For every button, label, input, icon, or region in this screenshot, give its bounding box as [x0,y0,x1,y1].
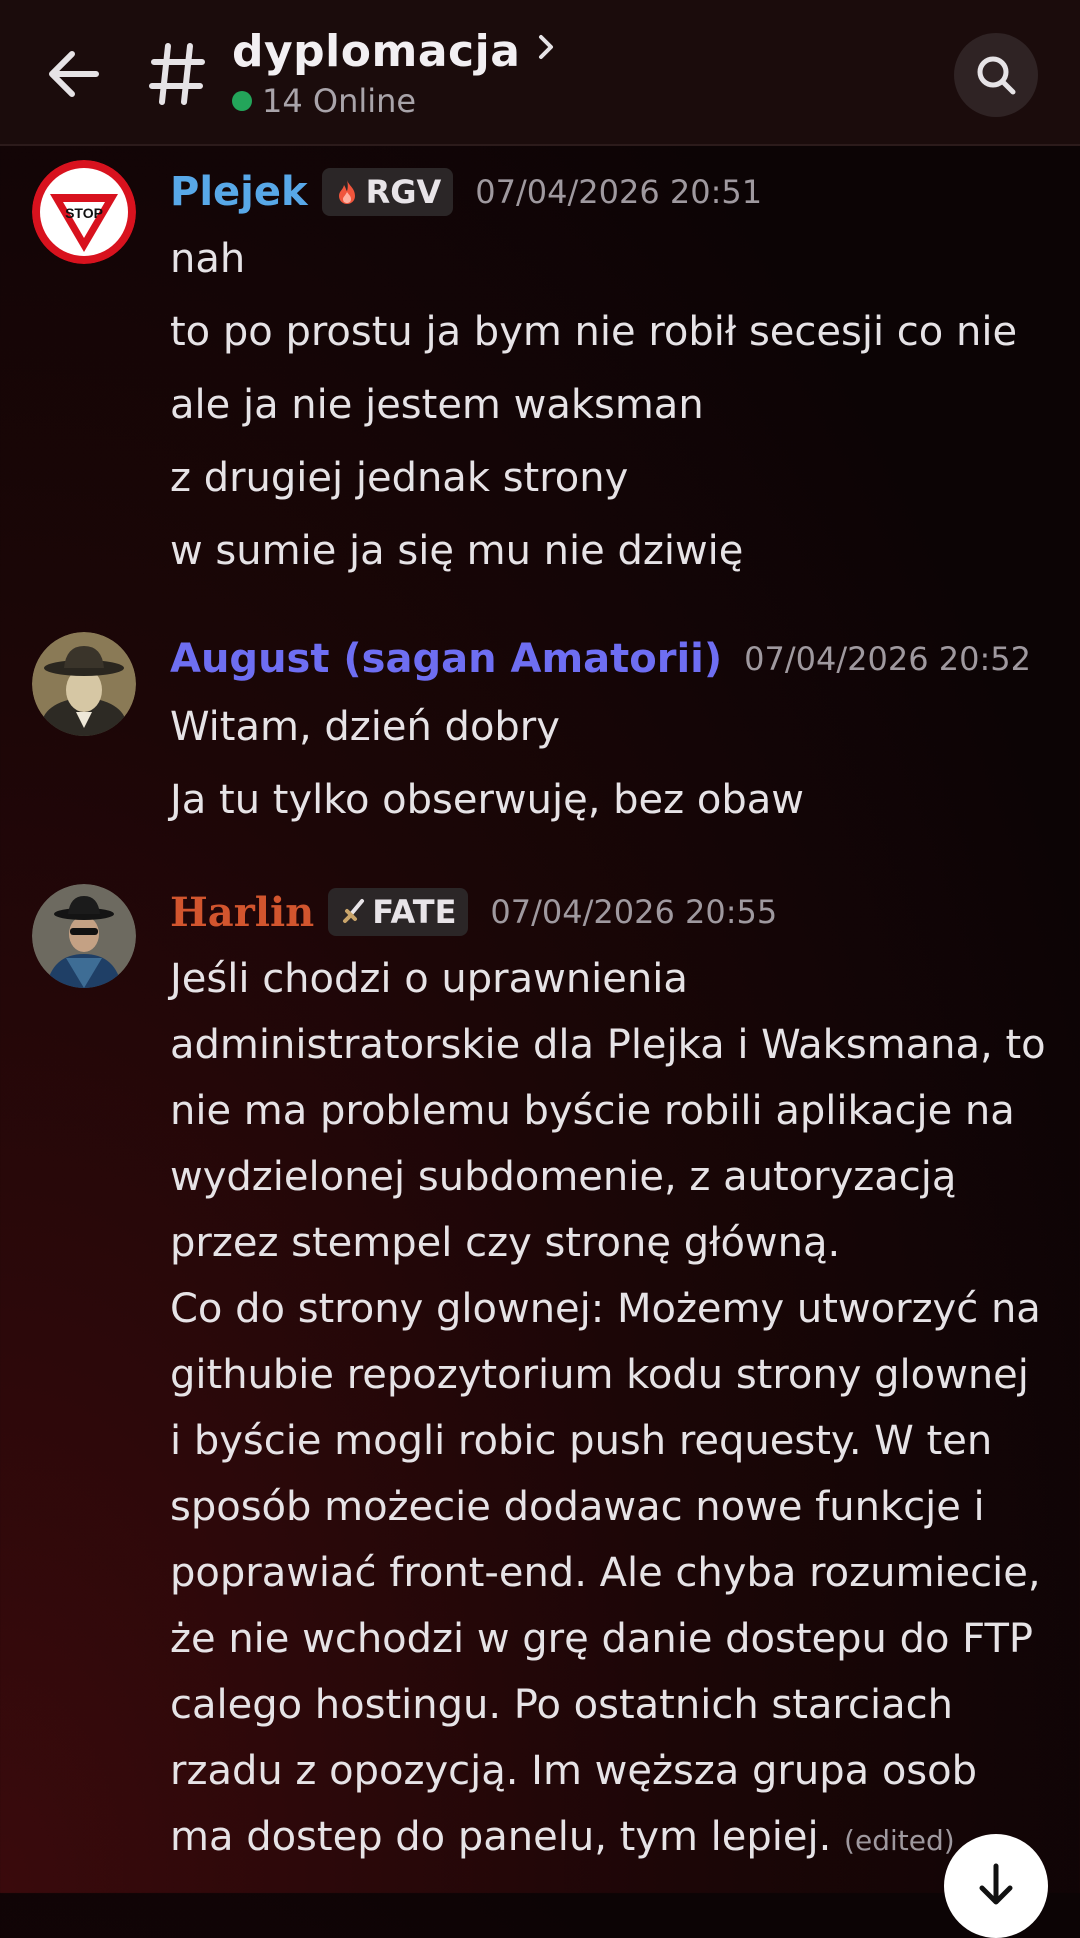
arrow-left-icon [49,51,99,97]
message-text: Ja tu tylko obserwuję, bez obaw [170,777,804,823]
sword-icon [343,899,365,923]
message-text: Co do strony glownej: Możemy utworzyć na… [170,1286,1041,1860]
back-button[interactable] [44,46,102,102]
chevron-right-icon [539,35,554,59]
search-icon [977,56,1016,95]
message-text: ale ja nie jestem waksman [170,382,704,428]
avatar[interactable]: STOP [32,160,136,264]
message-text: nah [170,236,246,282]
server-tag[interactable]: FATE [328,888,469,936]
message-body: Jeśli chodzi o uprawnienia administrator… [170,946,1050,1874]
timestamp: 07/04/2026 20:51 [475,173,763,211]
channel-title-button[interactable]: dyplomacja [232,26,557,77]
message-text: to po prostu ja bym nie robił secesji co… [170,309,1018,355]
message-text: Co do strony glownej: Możemy utworzyć na… [170,1276,1050,1874]
edited-label: (edited) [844,1824,955,1857]
jump-to-bottom-button[interactable] [944,1834,1048,1938]
avatar[interactable] [32,884,136,988]
timestamp: 07/04/2026 20:52 [744,640,1031,678]
message-text: Witam, dzień dobry [170,704,560,750]
username[interactable]: August (sagan Amatorii) [170,636,722,682]
tag-label: FATE [372,893,457,931]
channel-title: dyplomacja [232,26,521,77]
tag-label: RGV [365,173,442,211]
channel-header: dyplomacja 14 Online [0,0,1080,146]
online-dot [232,91,252,111]
online-count: 14 Online [262,82,417,120]
username[interactable]: Plejek [170,169,308,215]
message-text: w sumie ja się mu nie dziwię [170,528,744,574]
hash-icon [148,40,206,108]
fire-icon [338,180,355,204]
server-tag[interactable]: RGV [321,168,454,216]
avatar[interactable] [32,632,136,736]
arrow-down-icon [979,1863,1013,1905]
message-text: z drugiej jednak strony [170,455,629,501]
message-text: Jeśli chodzi o uprawnienia administrator… [170,956,1046,1266]
search-button[interactable] [954,33,1038,117]
timestamp: 07/04/2026 20:55 [490,893,778,931]
username[interactable]: Harlin [170,889,314,936]
online-status: 14 Online [232,82,416,120]
stop-sign-text: STOP [65,205,103,221]
